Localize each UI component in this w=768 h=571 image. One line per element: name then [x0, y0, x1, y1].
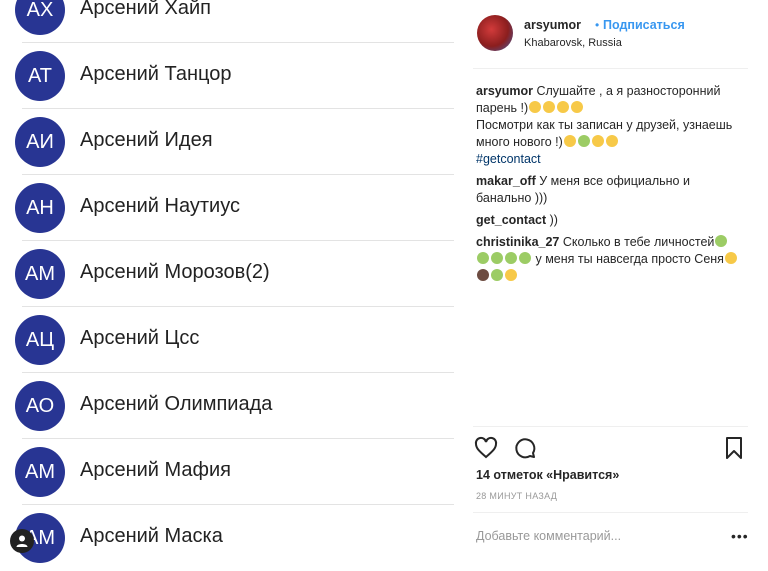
contact-name: Арсений Маска: [80, 525, 223, 547]
laughing-emoji-icon: [477, 252, 489, 264]
ok-hand-emoji-icon: [563, 135, 576, 147]
contact-name: Арсений Олимпиада: [80, 393, 273, 415]
comment-text: Сколько в тебе личностей: [562, 235, 715, 249]
header-divider: [473, 68, 748, 69]
caption-author[interactable]: arsyumor: [476, 84, 533, 98]
comment-item: christinika_27 Сколько в тебе личностей …: [476, 234, 748, 285]
user-profile-icon[interactable]: [10, 529, 34, 553]
more-options-icon[interactable]: •••: [731, 528, 749, 544]
caption-line-2: Посмотри как ты записан у друзей, узнаеш…: [476, 118, 733, 149]
post-location[interactable]: Khabarovsk, Russia: [524, 37, 622, 49]
contact-avatar: АМ: [15, 249, 65, 299]
contacts-list: АХ Арсений Хайп АТ Арсений Танцор АИ Арс…: [0, 0, 455, 563]
instagram-post-panel: arsyumor • Подписаться Khabarovsk, Russi…: [455, 0, 768, 561]
contact-row[interactable]: АН Арсений Наутиус: [0, 175, 455, 241]
contact-row[interactable]: АО Арсений Олимпиада: [0, 373, 455, 439]
wink-emoji-icon: [505, 269, 517, 281]
contact-avatar: АХ: [15, 0, 65, 35]
monkey-emoji-icon: [477, 269, 489, 281]
add-comment-input[interactable]: Добавьте комментарий...: [476, 529, 621, 543]
lightbulb-emoji-icon: [571, 101, 584, 113]
contact-name: Арсений Наутиус: [80, 195, 240, 217]
contact-row[interactable]: АМ Арсений Маска: [0, 505, 455, 571]
contact-row[interactable]: АЦ Арсений Цсс: [0, 307, 455, 373]
comment-text: )): [549, 213, 558, 227]
post-timestamp[interactable]: 28 МИНУТ НАЗАД: [476, 491, 557, 501]
comment-author[interactable]: christinika_27: [476, 235, 559, 249]
contact-avatar: АМ: [15, 447, 65, 497]
contact-avatar: АТ: [15, 51, 65, 101]
laughing-emoji-icon: [715, 235, 728, 247]
heart-icon[interactable]: [474, 436, 498, 460]
separator-dot: •: [595, 18, 600, 32]
thumbs-up-emoji-icon: [605, 135, 618, 147]
comment-divider: [473, 512, 748, 513]
user-avatar[interactable]: [477, 15, 513, 51]
contact-row[interactable]: АМ Арсений Морозов(2): [0, 241, 455, 307]
contact-avatar: АЦ: [15, 315, 65, 365]
lightbulb-emoji-icon: [591, 135, 604, 147]
laughing-emoji-icon: [491, 252, 503, 264]
likes-count[interactable]: 14 отметок «Нравится»: [476, 468, 619, 482]
contact-row[interactable]: АИ Арсений Идея: [0, 109, 455, 175]
contact-avatar: АО: [15, 381, 65, 431]
smile-emoji-icon: [529, 101, 542, 113]
contact-avatar: АН: [15, 183, 65, 233]
flexed-bicep-emoji-icon: [543, 101, 556, 113]
ok-hand-emoji-icon: [557, 101, 570, 113]
contact-name: Арсений Хайп: [80, 0, 211, 19]
laughing-emoji-icon: [577, 135, 590, 147]
contact-row[interactable]: АТ Арсений Танцор: [0, 43, 455, 109]
post-caption: arsyumor Слушайте , а я разносторонний п…: [476, 83, 748, 168]
comment-item: makar_off У меня все официально и баналь…: [476, 173, 748, 207]
comment-author[interactable]: get_contact: [476, 213, 546, 227]
laughing-emoji-icon: [519, 252, 531, 264]
laughing-emoji-icon: [491, 269, 503, 281]
contact-name: Арсений Мафия: [80, 459, 231, 481]
contact-name: Арсений Идея: [80, 129, 213, 151]
contact-name: Арсений Цсс: [80, 327, 200, 349]
comment-item: get_contact )): [476, 212, 748, 229]
contact-name: Арсений Танцор: [80, 63, 232, 85]
comment-icon[interactable]: [513, 436, 537, 460]
laughing-emoji-icon: [505, 252, 517, 264]
contact-row[interactable]: АХ Арсений Хайп: [0, 0, 455, 43]
contact-name: Арсений Морозов(2): [80, 261, 270, 283]
hashtag-link[interactable]: #getcontact: [476, 152, 541, 166]
contact-row[interactable]: АМ Арсений Мафия: [0, 439, 455, 505]
post-username[interactable]: arsyumor: [524, 18, 581, 32]
follow-button[interactable]: Подписаться: [603, 18, 685, 32]
comment-author[interactable]: makar_off: [476, 174, 536, 188]
comment-text: у меня ты навсегда просто Сеня: [535, 252, 724, 266]
bookmark-icon[interactable]: [722, 436, 746, 460]
contact-avatar: АИ: [15, 117, 65, 167]
actions-divider: [473, 426, 748, 427]
smile-emoji-icon: [724, 252, 737, 264]
